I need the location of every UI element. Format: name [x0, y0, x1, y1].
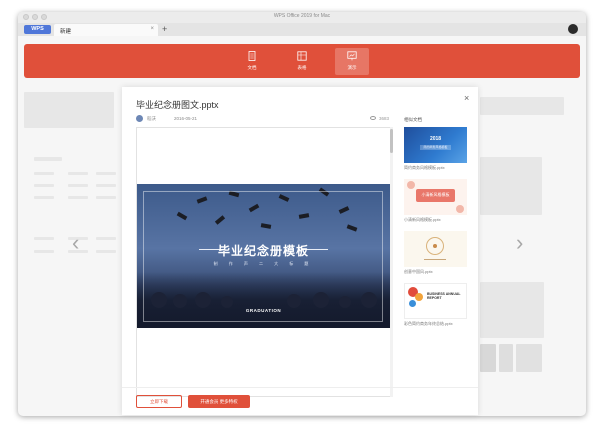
download-now-button[interactable]: 立即下载 — [136, 395, 182, 408]
footer-divider — [122, 387, 478, 388]
document-title: 毕业纪念册图文.pptx — [136, 100, 219, 110]
next-arrow[interactable]: › — [516, 230, 523, 256]
vip-upgrade-button[interactable]: 开通会员 更多特权 — [188, 395, 250, 408]
slide-preview-frame[interactable]: 毕业纪念册模板 制 作 声 二 大 标 题 GRADUATION — [136, 127, 391, 397]
close-dialog-button[interactable]: × — [464, 93, 469, 103]
previous-arrow[interactable]: ‹ — [72, 230, 79, 256]
toolbar-item-document[interactable]: 文档 — [235, 48, 269, 75]
related-item-name: 简约商务风格模板.pptx — [404, 165, 445, 170]
author-avatar — [136, 115, 143, 122]
slide-title: 毕业纪念册模板 — [217, 244, 309, 258]
related-item-name: 彩色简约商务年终总结.pptx — [404, 321, 453, 326]
preview-scrollbar[interactable] — [390, 127, 393, 397]
view-count: 3683 — [379, 116, 390, 121]
tab-new[interactable]: 新建 × — [54, 24, 158, 36]
toolbar-item-label: 表格 — [297, 65, 307, 70]
related-thumbnail — [404, 231, 467, 267]
related-item[interactable]: 创意中国风.pptx — [404, 231, 468, 277]
wps-home-button[interactable]: WPS — [24, 25, 51, 34]
tab-label: 新建 — [60, 29, 72, 35]
spreadsheet-icon — [297, 51, 307, 61]
document-meta: 稻沃 2016-05-21 3683 — [136, 115, 391, 123]
tab-bar: WPS 新建 × + — [18, 23, 586, 36]
toolbar-item-spreadsheet[interactable]: 表格 — [285, 48, 319, 75]
window-title: WPS Office 2019 for Mac — [273, 13, 331, 19]
related-item-name: 小清新风格模板.pptx — [404, 217, 441, 222]
toolbar-item-presentation[interactable]: 演示 — [335, 48, 369, 75]
related-thumbnail: 小清新风格模板 — [404, 179, 467, 215]
related-thumbnail: BUSINESS ANNUAL REPORT — [404, 283, 467, 319]
add-tab-button[interactable]: + — [162, 24, 167, 34]
related-item[interactable]: 小清新风格模板 小清新风格模板.pptx — [404, 179, 468, 225]
related-item-name: 创意中国风.pptx — [404, 269, 433, 274]
related-thumbnail: 2018 简约商务风格模板 — [404, 127, 467, 163]
slide-preview: 毕业纪念册模板 制 作 声 二 大 标 题 GRADUATION — [137, 184, 390, 328]
scrollbar-thumb[interactable] — [390, 129, 393, 153]
new-document-toolbar: 文档 表格 演示 — [24, 44, 580, 78]
template-preview-dialog: 毕业纪念册图文.pptx × 稻沃 2016-05-21 3683 毕业纪念册模… — [122, 87, 478, 415]
presentation-icon — [347, 51, 357, 61]
eye-icon — [370, 116, 376, 120]
related-heading: 相似文档 — [404, 117, 422, 122]
tab-close-icon[interactable]: × — [150, 26, 154, 32]
document-icon — [248, 51, 256, 61]
toolbar-item-label: 演示 — [347, 65, 357, 70]
related-item[interactable]: 2018 简约商务风格模板 简约商务风格模板.pptx — [404, 127, 468, 173]
user-avatar[interactable] — [568, 24, 578, 34]
upload-date: 2016-05-21 — [174, 116, 198, 121]
slide-footer: GRADUATION — [245, 308, 282, 313]
related-item[interactable]: BUSINESS ANNUAL REPORT 彩色简约商务年终总结.pptx — [404, 283, 468, 329]
author-name: 稻沃 — [147, 116, 156, 121]
toolbar-item-label: 文档 — [247, 65, 257, 70]
slide-subtitle: 制 作 声 二 大 标 题 — [213, 261, 314, 266]
